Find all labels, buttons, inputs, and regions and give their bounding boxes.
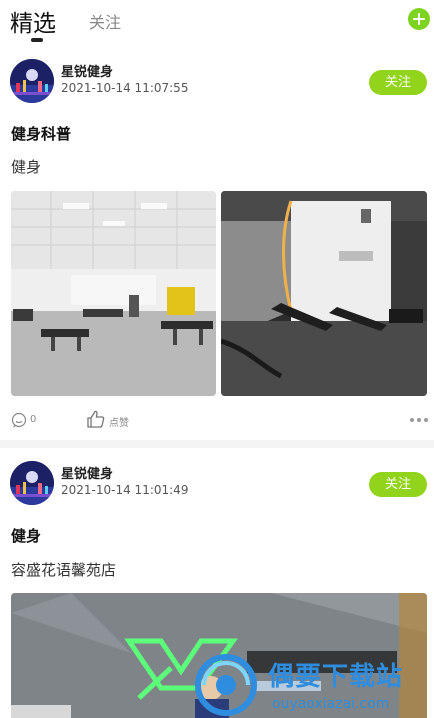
avatar[interactable] <box>10 59 54 103</box>
tab-following[interactable]: 关注 <box>89 9 121 33</box>
post-image-gym-equipment[interactable] <box>11 191 216 396</box>
post-body: 容盛花语馨苑店 <box>11 561 117 579</box>
comment-count: 0 <box>30 414 37 425</box>
post-time: 2021-10-14 11:07:55 <box>61 81 189 95</box>
tab-active-indicator <box>31 38 43 42</box>
follow-button[interactable]: 关注 <box>369 70 427 95</box>
post-image-gym-benches[interactable] <box>221 191 427 396</box>
comment-icon[interactable] <box>11 412 27 428</box>
post-divider <box>0 440 434 448</box>
site-watermark: 偶要下载站 ouyaoxiazai.com <box>190 652 434 718</box>
post-action-bar: 0 点赞 <box>0 408 434 432</box>
post-title: 健身 <box>11 527 42 545</box>
author-name[interactable]: 星锐健身 <box>61 61 113 80</box>
tab-featured[interactable]: 精选 <box>10 4 56 38</box>
post-body: 健身 <box>11 158 42 176</box>
post-title: 健身科普 <box>11 125 72 143</box>
like-label[interactable]: 点赞 <box>109 414 129 429</box>
top-tab-bar: 精选 关注 <box>0 0 434 46</box>
author-name[interactable]: 星锐健身 <box>61 463 113 482</box>
watermark-url: ouyaoxiazai.com <box>272 696 390 712</box>
post-time: 2021-10-14 11:01:49 <box>61 483 189 497</box>
avatar[interactable] <box>10 461 54 505</box>
add-post-button[interactable] <box>408 8 430 30</box>
watermark-text: 偶要下载站 <box>268 662 404 692</box>
more-options-icon[interactable] <box>410 418 428 422</box>
like-thumb-icon[interactable] <box>86 409 106 429</box>
watermark-logo-icon <box>195 654 257 716</box>
follow-button[interactable]: 关注 <box>369 472 427 497</box>
